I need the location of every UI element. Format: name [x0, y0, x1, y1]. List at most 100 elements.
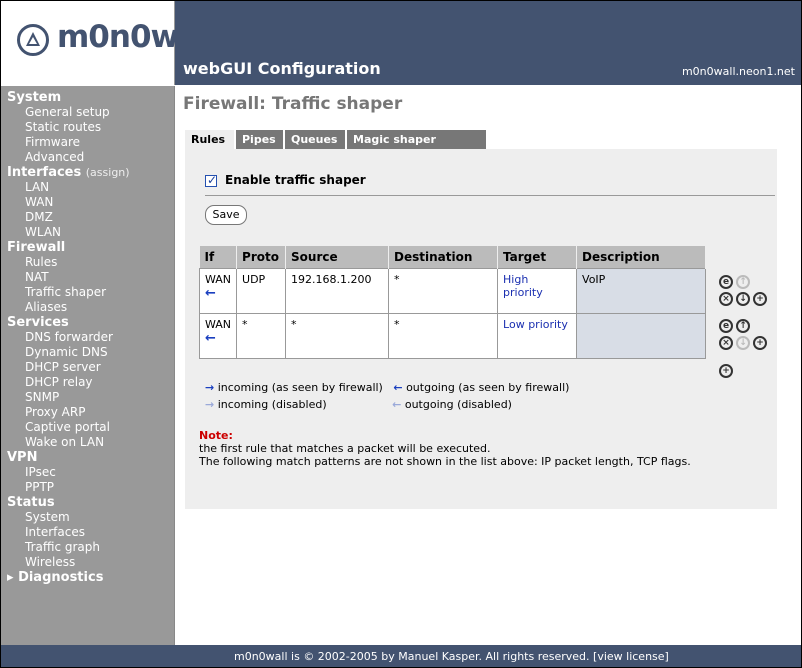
- rules-table: If Proto Source Destination Target Descr…: [198, 246, 707, 359]
- tab-rules[interactable]: Rules: [185, 130, 234, 149]
- col-if: If: [199, 246, 238, 269]
- delete-icon[interactable]: ×: [719, 292, 733, 306]
- add-rule-icon[interactable]: +: [719, 364, 733, 378]
- legend: → incoming (as seen by firewall) ← outgo…: [205, 379, 569, 413]
- sidebar-item-traffic-graph[interactable]: Traffic graph: [1, 540, 174, 555]
- hostname: m0n0wall.neon1.net: [681, 65, 795, 78]
- sidebar-item-advanced[interactable]: Advanced: [1, 150, 174, 165]
- tab-pipes[interactable]: Pipes: [236, 130, 283, 149]
- sidebar-item-lan[interactable]: LAN: [1, 180, 174, 195]
- edit-icon[interactable]: e: [719, 319, 733, 333]
- sidebar-item-wake-on-lan[interactable]: Wake on LAN: [1, 435, 174, 450]
- sidebar-item-status-system[interactable]: System: [1, 510, 174, 525]
- tab-magic-shaper-wizard[interactable]: Magic shaper wizard: [347, 130, 486, 165]
- sidebar-category-status: Status: [7, 495, 55, 510]
- target-link[interactable]: Low priority: [503, 318, 568, 331]
- sidebar-item-general-setup[interactable]: General setup: [1, 105, 174, 120]
- col-description: Description: [576, 246, 707, 269]
- sidebar-item-traffic-shaper[interactable]: Traffic shaper: [1, 285, 174, 300]
- table-row[interactable]: WAN ← UDP 192.168.1.200 * High priority V…: [198, 268, 707, 314]
- edit-icon[interactable]: e: [719, 275, 733, 289]
- note-line-1: the first rule that matches a packet wil…: [199, 442, 491, 455]
- rules-panel: ✓ Enable traffic shaper Save If Proto So…: [185, 149, 777, 509]
- footer: m0n0wall is © 2002-2005 by Manuel Kasper…: [1, 645, 801, 667]
- logo[interactable]: m0n0wall: [1, 1, 218, 85]
- arrow-left-icon: ←: [205, 286, 216, 301]
- sidebar-item-dhcp-relay[interactable]: DHCP relay: [1, 375, 174, 390]
- window: m0n0wall webGUI Configuration m0n0wall.n…: [0, 0, 802, 668]
- sidebar-item-wireless[interactable]: Wireless: [1, 555, 174, 570]
- move-up-icon[interactable]: ↑: [736, 319, 750, 333]
- expand-triangle-icon: ▸: [7, 570, 14, 585]
- enable-label: Enable traffic shaper: [225, 173, 366, 187]
- sidebar-nav: System General setup Static routes Firmw…: [1, 86, 174, 586]
- move-up-icon: ↑: [736, 275, 750, 289]
- sidebar-item-pptp[interactable]: PPTP: [1, 480, 174, 495]
- check-icon: ✓: [207, 173, 218, 187]
- sidebar-item-dns-forwarder[interactable]: DNS forwarder: [1, 330, 174, 345]
- arrow-right-icon: →: [205, 381, 215, 394]
- table-header-row: If Proto Source Destination Target Descr…: [199, 246, 707, 269]
- col-target: Target: [497, 246, 578, 269]
- sidebar-category-services: Services: [7, 315, 69, 330]
- sidebar-category-system: System: [7, 90, 62, 105]
- cell-target: High priority: [497, 268, 578, 314]
- cell-destination: *: [388, 313, 499, 359]
- arrow-left-icon: ←: [205, 331, 216, 346]
- col-proto: Proto: [236, 246, 287, 269]
- cell-if: WAN ←: [198, 268, 238, 314]
- save-button[interactable]: Save: [205, 205, 247, 225]
- sidebar-category-vpn: VPN: [7, 450, 38, 465]
- add-icon[interactable]: +: [753, 292, 767, 306]
- legend-incoming-disabled: incoming (disabled): [217, 398, 327, 411]
- sidebar-item-nat[interactable]: NAT: [1, 270, 174, 285]
- sidebar-item-assign[interactable]: (assign): [86, 166, 130, 179]
- sidebar-category-diagnostics[interactable]: ▸ Diagnostics: [1, 570, 174, 586]
- arrow-left-disabled-icon: ←: [392, 398, 402, 411]
- sidebar-item-static-routes[interactable]: Static routes: [1, 120, 174, 135]
- sidebar-item-snmp[interactable]: SNMP: [1, 390, 174, 405]
- main-content: Firewall: Traffic shaper Rules Pipes Que…: [175, 86, 801, 645]
- logo-icon: [17, 24, 49, 56]
- note-label: Note:: [199, 429, 233, 442]
- arrow-right-disabled-icon: →: [205, 398, 215, 411]
- arrow-left-icon: ←: [393, 381, 403, 394]
- sidebar-item-status-interfaces[interactable]: Interfaces: [1, 525, 174, 540]
- enable-checkbox[interactable]: ✓: [205, 173, 218, 187]
- sidebar-item-proxy-arp[interactable]: Proxy ARP: [1, 405, 174, 420]
- cell-description: VoIP: [576, 268, 707, 314]
- move-down-icon[interactable]: ↓: [736, 292, 750, 306]
- sidebar-item-firmware[interactable]: Firmware: [1, 135, 174, 150]
- note-line-2: The following match patterns are not sho…: [199, 455, 691, 468]
- divider: [205, 195, 775, 196]
- page-title: Firewall: Traffic shaper: [183, 94, 403, 114]
- tab-queues[interactable]: Queues: [285, 130, 345, 149]
- legend-row: → incoming (disabled) ← outgoing (disabl…: [205, 396, 569, 413]
- sidebar-item-aliases[interactable]: Aliases: [1, 300, 174, 315]
- cell-if-text: WAN: [205, 318, 232, 331]
- sidebar-item-dmz[interactable]: DMZ: [1, 210, 174, 225]
- col-destination: Destination: [388, 246, 499, 269]
- header-title: webGUI Configuration: [183, 59, 381, 78]
- table-row[interactable]: WAN ← * * * Low priority: [198, 313, 707, 359]
- legend-incoming: incoming (as seen by firewall): [217, 381, 383, 394]
- sidebar-item-wlan[interactable]: WLAN: [1, 225, 174, 240]
- cell-target: Low priority: [497, 313, 578, 359]
- sidebar-category-firewall: Firewall: [7, 240, 66, 255]
- target-link[interactable]: High priority: [503, 273, 543, 299]
- move-down-icon: ↓: [736, 336, 750, 350]
- sidebar-item-captive-portal[interactable]: Captive portal: [1, 420, 174, 435]
- sidebar-item-rules[interactable]: Rules: [1, 255, 174, 270]
- cell-proto: UDP: [236, 268, 287, 314]
- sidebar-diagnostics-label: Diagnostics: [18, 570, 104, 585]
- add-icon[interactable]: +: [753, 336, 767, 350]
- note: Note: the first rule that matches a pack…: [199, 429, 691, 468]
- cell-source: 192.168.1.200: [285, 268, 390, 314]
- sidebar-item-dhcp-server[interactable]: DHCP server: [1, 360, 174, 375]
- legend-outgoing-disabled: outgoing (disabled): [404, 398, 512, 411]
- delete-icon[interactable]: ×: [719, 336, 733, 350]
- sidebar-item-wan[interactable]: WAN: [1, 195, 174, 210]
- footer-text[interactable]: m0n0wall is © 2002-2005 by Manuel Kasper…: [234, 650, 669, 663]
- sidebar-item-ipsec[interactable]: IPsec: [1, 465, 174, 480]
- sidebar-item-dynamic-dns[interactable]: Dynamic DNS: [1, 345, 174, 360]
